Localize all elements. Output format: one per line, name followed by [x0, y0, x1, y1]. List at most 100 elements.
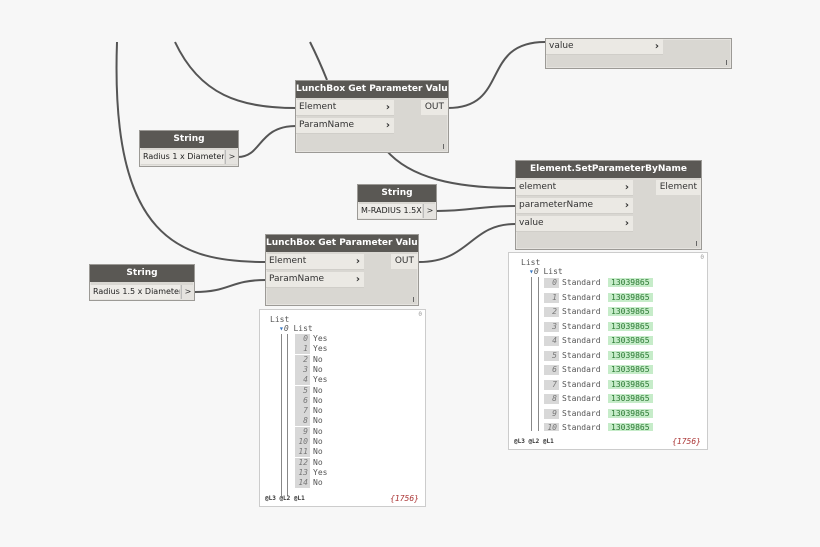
item-index: 6: [295, 395, 310, 406]
list-item: 3 No: [295, 364, 323, 375]
item-value: No: [313, 406, 323, 416]
lunchbox-get-parameter-node-2[interactable]: LunchBox Get Parameter Value Element › Pa…: [265, 234, 419, 306]
list-item: 11 No: [295, 447, 323, 458]
port-out[interactable]: OUT: [390, 254, 418, 269]
partial-node-input-value[interactable]: value ›: [546, 39, 663, 55]
port-paramname[interactable]: ParamName ›: [266, 272, 364, 288]
string-node-3[interactable]: String Radius 1.5 x Diameter >: [89, 264, 195, 301]
output-chevron-icon[interactable]: >: [423, 204, 436, 218]
item-value: Yes: [313, 344, 328, 354]
list-item: 2 No: [295, 354, 323, 365]
item-value: 13039865: [608, 292, 653, 302]
wire-top-center: [309, 41, 328, 81]
tree-line: [281, 334, 282, 496]
resize-grip[interactable]: [413, 297, 414, 302]
item-value: No: [313, 364, 323, 374]
item-index: 2: [295, 354, 310, 365]
watch-preview-left[interactable]: 0 List ▾0 List 0 Yes 1 Yes 2 No 3 No 4 Yes 5 No 6 No 7…: [259, 309, 426, 507]
list-item: 0 Yes: [295, 334, 327, 344]
port-element[interactable]: element ›: [516, 180, 633, 196]
string-node-1[interactable]: String Radius 1 x Diameter >: [139, 130, 239, 167]
wire-string3-paramname: [194, 279, 267, 293]
item-value: No: [313, 447, 323, 457]
list-item: 6 No: [295, 395, 323, 406]
node-title: String: [358, 185, 436, 202]
list-levels[interactable]: @L3 @L2 @L1: [265, 495, 305, 502]
item-index: 4: [544, 336, 559, 346]
item-index: 0: [544, 278, 559, 288]
item-label: Standard: [562, 423, 601, 431]
watch-preview-right[interactable]: 0 List ▾0 List 0 Standard 13039865 1 Standar…: [508, 252, 708, 450]
resize-grip[interactable]: [696, 241, 697, 246]
set-parameter-by-name-node[interactable]: Element.SetParameterByName element › para…: [515, 160, 702, 250]
item-index: 9: [295, 426, 310, 437]
list-item: 8 No: [295, 416, 323, 427]
string-node-2[interactable]: String M-RADIUS 1.5X >: [357, 184, 437, 220]
item-index: 1: [544, 292, 559, 303]
node-title: Element.SetParameterByName: [516, 161, 701, 178]
port-value[interactable]: value ›: [516, 216, 633, 232]
list-levels[interactable]: @L3 @L2 @L1: [514, 438, 554, 445]
input-arrow-icon: ›: [624, 218, 629, 229]
resize-grip[interactable]: [726, 60, 727, 65]
item-value: No: [313, 478, 323, 488]
item-value: 13039865: [608, 365, 653, 374]
output-chevron-icon[interactable]: >: [225, 150, 238, 164]
item-index: 7: [544, 379, 559, 390]
port-parametername[interactable]: parameterName ›: [516, 198, 633, 214]
item-value: 13039865: [608, 307, 653, 316]
input-arrow-icon: ›: [355, 274, 360, 285]
lunchbox-get-parameter-node-1[interactable]: LunchBox Get Parameter Value Element › Pa…: [295, 80, 449, 153]
input-arrow-icon: ›: [624, 200, 629, 211]
item-value: No: [313, 354, 323, 364]
list-item: 7 Standard 13039865: [544, 379, 653, 390]
partial-node[interactable]: value ›: [545, 38, 732, 69]
list-sub[interactable]: ▾0 List: [279, 324, 313, 334]
item-value: 13039865: [608, 408, 653, 418]
item-value: No: [313, 416, 323, 426]
string-value[interactable]: Radius 1.5 x Diameter: [90, 285, 180, 299]
item-value: Yes: [313, 467, 328, 477]
port-out[interactable]: OUT: [420, 100, 448, 115]
port-paramname[interactable]: ParamName ›: [296, 118, 394, 134]
node-title: LunchBox Get Parameter Value: [296, 81, 448, 98]
item-value: No: [313, 385, 323, 395]
item-label: Standard: [562, 292, 601, 302]
resize-grip[interactable]: [443, 144, 444, 149]
list-item: 13 Yes: [295, 467, 328, 478]
wire-top-left: [174, 41, 297, 109]
item-label: Standard: [562, 394, 601, 403]
item-value: No: [313, 437, 323, 446]
port-element[interactable]: Element ›: [296, 100, 394, 116]
item-value: 13039865: [608, 336, 653, 345]
item-value: Yes: [313, 334, 328, 343]
item-value: 13039865: [608, 423, 653, 431]
item-label: Standard: [562, 350, 601, 360]
item-index: 3: [544, 321, 559, 332]
item-index: 10: [544, 423, 559, 431]
item-label: Standard: [562, 379, 601, 389]
list-item: 6 Standard 13039865: [544, 365, 653, 375]
item-value: 13039865: [608, 379, 653, 389]
list-item: 9 No: [295, 426, 323, 437]
node-title: String: [90, 265, 194, 282]
input-arrow-icon: ›: [385, 102, 390, 113]
port-element-out[interactable]: Element: [655, 180, 701, 195]
string-value[interactable]: M-RADIUS 1.5X: [358, 204, 422, 218]
string-value[interactable]: Radius 1 x Diameter: [140, 150, 224, 164]
list-item: 8 Standard 13039865: [544, 394, 653, 404]
item-index: 8: [295, 416, 310, 427]
input-arrow-icon: ›: [355, 256, 360, 267]
port-element[interactable]: Element ›: [266, 254, 364, 270]
item-value: No: [313, 457, 323, 467]
item-index: 5: [295, 385, 310, 396]
item-index: 11: [295, 447, 310, 458]
item-index: 2: [544, 307, 559, 317]
item-label: Standard: [562, 408, 601, 418]
wire-string2-parametername: [436, 205, 516, 212]
item-value: 13039865: [608, 350, 653, 360]
output-chevron-icon[interactable]: >: [181, 285, 194, 299]
tree-line: [287, 334, 288, 496]
item-value: 13039865: [608, 321, 653, 331]
item-index: 4: [295, 375, 310, 386]
